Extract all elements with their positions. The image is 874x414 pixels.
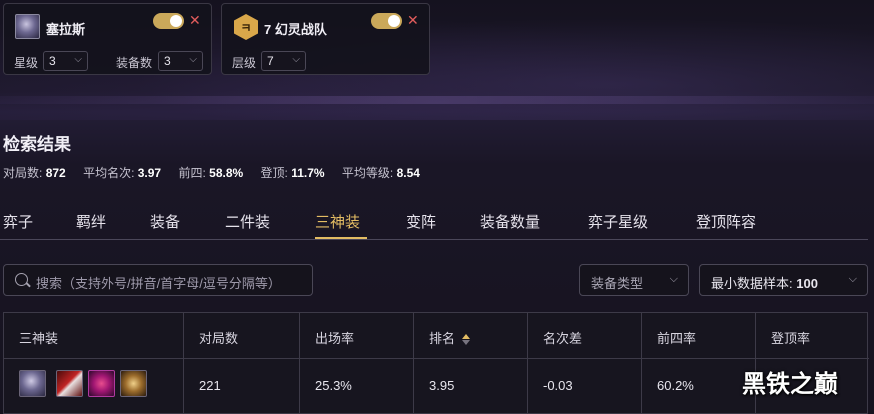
trait-remove-icon[interactable]: ✕ [407, 12, 419, 28]
chevron-down-icon: ⌵ [74, 54, 82, 65]
trait-filter-card: ㅋ 7 幻灵战队 ✕ 层级 7 ⌵ [221, 3, 430, 75]
unit-avatar [15, 14, 40, 39]
header-rank-label: 排名 [429, 331, 456, 346]
star-level-label: 星级 [14, 56, 39, 70]
header-rank[interactable]: 排名 [429, 328, 471, 347]
tier-value: 7 [267, 54, 274, 68]
tier-label: 层级 [232, 56, 257, 70]
column-divider [183, 313, 184, 414]
tab-traits[interactable]: 羁绊 [76, 211, 106, 232]
header-three-items[interactable]: 三神装 [19, 328, 58, 347]
item-count-label: 装备数 [116, 56, 153, 70]
header-place-diff[interactable]: 名次差 [543, 328, 582, 347]
column-divider [413, 313, 414, 414]
chevron-down-icon: ⌵ [292, 54, 300, 65]
column-divider [641, 313, 642, 414]
tab-item-count[interactable]: 装备数量 [480, 211, 540, 232]
unit-name: 塞拉斯 [46, 22, 86, 37]
unit-portrait-icon [19, 370, 46, 397]
watermark: 黑铁之巅 [742, 371, 838, 398]
min-sample-value: 100 [796, 276, 818, 291]
column-divider [527, 313, 528, 414]
header-play-rate[interactable]: 出场率 [315, 328, 354, 347]
search-placeholder: 搜索（支持外号/拼音/首字母/逗号分隔等） [36, 276, 281, 291]
tab-two-items[interactable]: 二件装 [225, 211, 270, 232]
cell-play-rate: 25.3% [315, 378, 352, 393]
min-sample-label: 最小数据样本: [711, 276, 793, 291]
chevron-down-icon: ⌵ [189, 54, 197, 65]
tab-items[interactable]: 装备 [150, 211, 180, 232]
stat-top4-label: 前四: [178, 166, 206, 180]
results-table: 三神装 对局数 出场率 排名 名次差 前四率 登顶率 221 25.3% 3.9… [3, 312, 869, 414]
header-win-rate[interactable]: 登顶率 [771, 328, 810, 347]
banner-divider [0, 96, 874, 104]
item-icon[interactable] [56, 370, 83, 397]
item-type-dropdown[interactable]: 装备类型 ⌵ [579, 264, 689, 296]
sort-icon[interactable] [462, 334, 471, 346]
category-tabs: 弈子 羁绊 装备 二件装 三神装 变阵 装备数量 弈子星级 登顶阵容 [0, 209, 868, 240]
stat-win-label: 登顶: [260, 166, 288, 180]
chevron-down-icon: ⌵ [669, 273, 678, 285]
unit-filter-card: 塞拉斯 ✕ 星级 3 ⌵ 装备数 3 ⌵ [3, 3, 212, 75]
stat-avg-level-label: 平均等级: [341, 166, 394, 180]
chevron-down-icon: ⌵ [848, 273, 857, 285]
star-level-value: 3 [49, 54, 56, 68]
unit-remove-icon[interactable]: ✕ [189, 12, 201, 28]
search-icon [15, 273, 28, 286]
item-type-label: 装备类型 [591, 276, 644, 291]
tab-winning-comps[interactable]: 登顶阵容 [696, 211, 756, 232]
star-level-select[interactable]: 3 ⌵ [43, 51, 88, 71]
stat-avg-level-value: 8.54 [396, 166, 420, 180]
active-tab-indicator [315, 237, 367, 239]
tab-unit-stars[interactable]: 弈子星级 [588, 211, 648, 232]
cell-games: 221 [199, 378, 221, 393]
trait-badge-icon: ㅋ [234, 14, 258, 40]
cell-top4-rate: 60.2% [657, 378, 694, 393]
stat-avg-place-label: 平均名次: [83, 166, 135, 180]
results-stats: 对局数: 872 平均名次: 3.97 前四: 58.8% 登顶: 11.7% … [3, 164, 434, 181]
item-count-value: 3 [164, 54, 171, 68]
tab-three-items[interactable]: 三神装 [315, 211, 360, 232]
column-divider [299, 313, 300, 414]
cell-rank: 3.95 [429, 378, 455, 393]
unit-enable-toggle[interactable] [153, 13, 184, 29]
header-games[interactable]: 对局数 [199, 328, 238, 347]
results-title: 检索结果 [3, 135, 71, 154]
item-count-select[interactable]: 3 ⌵ [158, 51, 203, 71]
item-icon[interactable] [88, 370, 115, 397]
stat-avg-place-value: 3.97 [137, 166, 162, 180]
header-top4-rate[interactable]: 前四率 [657, 328, 696, 347]
trait-name: 7 幻灵战队 [264, 22, 327, 37]
stat-games-value: 872 [45, 166, 66, 180]
stat-top4-value: 58.8% [209, 166, 244, 180]
search-input[interactable]: 搜索（支持外号/拼音/首字母/逗号分隔等） [3, 264, 313, 296]
stat-games-label: 对局数: [3, 166, 43, 180]
cell-place-diff: -0.03 [543, 378, 573, 393]
tier-select[interactable]: 7 ⌵ [261, 51, 306, 71]
tab-units[interactable]: 弈子 [3, 211, 33, 232]
min-sample-dropdown[interactable]: 最小数据样本: 100 ⌵ [699, 264, 868, 296]
item-icon[interactable] [120, 370, 147, 397]
tab-variants[interactable]: 变阵 [406, 211, 436, 232]
stat-win-value: 11.7% [291, 166, 325, 180]
trait-enable-toggle[interactable] [371, 13, 402, 29]
